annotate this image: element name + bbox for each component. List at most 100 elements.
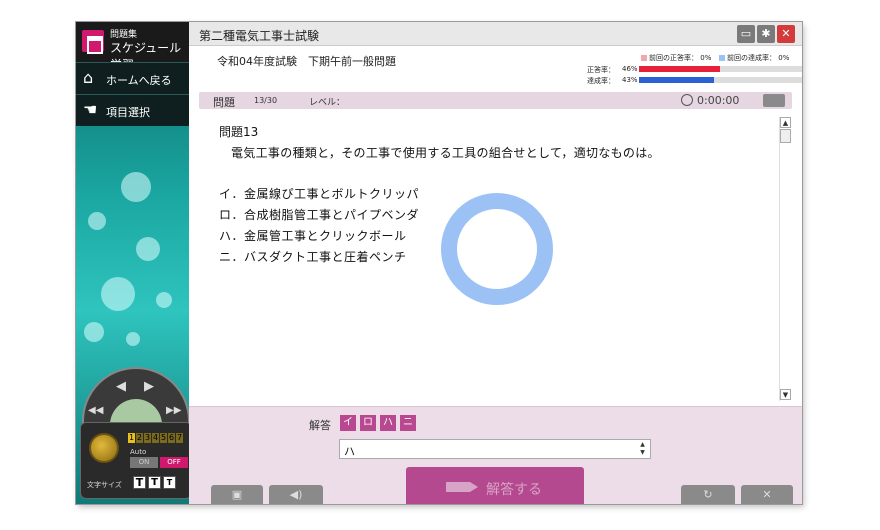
timer: 0:00:00 bbox=[697, 94, 740, 107]
font-size-medium-button[interactable]: T bbox=[148, 476, 161, 489]
speed-digit[interactable]: 4 bbox=[152, 433, 159, 443]
answer-panel: 解答 イ ロ ハ ニ ハ ▲ ▼ 解答する ▣ ◀) ↻ ✕ bbox=[189, 406, 802, 504]
legend-swatch bbox=[719, 55, 725, 61]
close-icon[interactable]: ✕ bbox=[777, 25, 795, 43]
scroll-thumb[interactable] bbox=[780, 129, 791, 143]
question-area: 問題13 電気工事の種類と，その工事で使用する工具の組合せとして，適切なものは。… bbox=[189, 117, 802, 405]
bokeh-light bbox=[88, 212, 106, 230]
legend-value: 0% bbox=[778, 54, 790, 62]
bokeh-light bbox=[101, 277, 135, 311]
font-size-small-button[interactable]: T bbox=[163, 476, 176, 489]
speed-digit[interactable]: 7 bbox=[176, 433, 183, 443]
sidebar-item-select[interactable]: ☚ 項目選択 bbox=[76, 94, 189, 126]
toggle-on[interactable]: ON bbox=[130, 457, 158, 468]
image-button[interactable]: ▣ bbox=[211, 485, 263, 504]
bokeh-light bbox=[136, 237, 160, 261]
retry-icon: ↻ bbox=[703, 488, 713, 501]
next-icon[interactable]: ▶ bbox=[144, 379, 154, 394]
auto-toggle[interactable]: ON OFF bbox=[130, 457, 190, 468]
question-label: 問題 bbox=[213, 96, 235, 109]
window-toggle-button[interactable] bbox=[763, 94, 785, 107]
bokeh-light bbox=[121, 172, 151, 202]
bokeh-light bbox=[156, 292, 172, 308]
correct-rate-bar bbox=[639, 66, 802, 72]
choice-ha: ハ．金属管工事とクリックボール bbox=[219, 229, 407, 243]
window-title: 第二種電気工事士試験 bbox=[199, 29, 320, 43]
coin-button[interactable] bbox=[89, 433, 119, 463]
correct-rate-fill bbox=[639, 66, 720, 72]
home-icon: ⌂ bbox=[83, 68, 94, 87]
speed-digit[interactable]: 6 bbox=[168, 433, 175, 443]
question-text: 電気工事の種類と，その工事で使用する工具の組合せとして，適切なものは。 bbox=[231, 146, 660, 160]
toggle-off[interactable]: OFF bbox=[160, 457, 188, 468]
cancel-button[interactable]: ✕ bbox=[741, 485, 793, 504]
achieve-rate-bar bbox=[639, 77, 802, 83]
speaker-icon: ◀) bbox=[289, 488, 303, 501]
achieve-rate-fill bbox=[639, 77, 715, 83]
speed-digit[interactable]: 2 bbox=[136, 433, 143, 443]
speed-digit[interactable]: 5 bbox=[160, 433, 167, 443]
prev-icon[interactable]: ◀ bbox=[116, 379, 126, 394]
choice-ro: ロ．合成樹脂管工事とパイプベンダ bbox=[219, 208, 420, 222]
answer-input[interactable]: ハ bbox=[339, 439, 651, 459]
submit-label: 解答する bbox=[486, 482, 542, 498]
legend-label: 前回の正答率： bbox=[649, 54, 698, 62]
correct-rate-value: 46% bbox=[622, 65, 638, 73]
level-label: レベル： bbox=[309, 98, 346, 108]
correct-rate-label: 正答率： bbox=[587, 66, 615, 74]
audio-button[interactable]: ◀) bbox=[269, 485, 323, 504]
speed-digit[interactable]: 3 bbox=[144, 433, 151, 443]
answer-option-i[interactable]: イ bbox=[340, 415, 356, 431]
answer-option-ha[interactable]: ハ bbox=[380, 415, 396, 431]
pointer-icon: ☚ bbox=[83, 100, 98, 119]
cancel-icon: ✕ bbox=[762, 488, 772, 501]
legend-value: 0% bbox=[700, 54, 712, 62]
app-window: 問題集 スケジュール学習 ⌂ ホームへ戻る ☚ 項目選択 ◀ ▶ ◀◀ ▶▶ bbox=[76, 22, 802, 504]
sidebar-item-home[interactable]: ⌂ ホームへ戻る bbox=[76, 62, 189, 94]
answer-option-ro[interactable]: ロ bbox=[360, 415, 376, 431]
question-bar: 問題 13/30 レベル： 0:00:00 bbox=[199, 92, 792, 109]
font-size-large-button[interactable]: T bbox=[133, 476, 146, 489]
answer-spinner-icon[interactable]: ▲ ▼ bbox=[637, 441, 648, 457]
playback-dial: ◀ ▶ ◀◀ ▶▶ 1234567 Auto ON OFF 文字サイズ T T … bbox=[80, 367, 192, 499]
question-title: 問題13 bbox=[219, 125, 259, 139]
choice-i: イ．金属線ぴ工事とボルトクリッパ bbox=[219, 187, 420, 201]
folder-icon[interactable]: ▭ bbox=[737, 25, 755, 43]
speed-selector[interactable]: 1234567 bbox=[128, 433, 184, 443]
clock-icon bbox=[681, 94, 693, 106]
legend-label: 前回の達成率： bbox=[727, 54, 776, 62]
question-number: 13/30 bbox=[254, 96, 278, 105]
scroll-up-icon[interactable]: ▲ bbox=[780, 117, 791, 128]
legend-swatch bbox=[641, 55, 647, 61]
image-icon: ▣ bbox=[231, 488, 243, 501]
sidebar-item-label: ホームへ戻る bbox=[106, 74, 172, 87]
answer-label: 解答 bbox=[309, 419, 331, 432]
control-panel: 1234567 Auto ON OFF 文字サイズ T T T bbox=[80, 422, 192, 499]
retry-button[interactable]: ↻ bbox=[681, 485, 735, 504]
auto-label: Auto bbox=[130, 448, 147, 456]
question-scrollbar[interactable]: ▲ ▼ bbox=[779, 117, 791, 401]
title-bar: 第二種電気工事士試験 ▭ ✱ ✕ bbox=[189, 22, 802, 46]
achieve-rate-value: 43% bbox=[622, 76, 638, 84]
scroll-down-icon[interactable]: ▼ bbox=[780, 389, 791, 400]
loading-ring bbox=[441, 193, 553, 305]
rewind-icon[interactable]: ◀◀ bbox=[88, 405, 103, 416]
submit-answer-button[interactable]: 解答する bbox=[406, 467, 584, 504]
choice-ni: ニ．バスダクト工事と圧着ペンチ bbox=[219, 250, 407, 264]
legend-prev-correct: 前回の正答率： 0% bbox=[641, 53, 711, 63]
app-logo: 問題集 スケジュール学習 bbox=[76, 22, 189, 72]
sidebar-item-label: 項目選択 bbox=[106, 106, 150, 119]
gear-icon[interactable]: ✱ bbox=[757, 25, 775, 43]
achieve-rate-label: 達成率： bbox=[587, 77, 615, 85]
speed-digit[interactable]: 1 bbox=[128, 433, 135, 443]
fast-forward-icon[interactable]: ▶▶ bbox=[166, 405, 181, 416]
pencil-icon bbox=[446, 482, 478, 492]
house-logo-icon bbox=[82, 30, 104, 54]
main-area: 第二種電気工事士試験 ▭ ✱ ✕ 令和04年度試験 下期午前一般問題 前回の正答… bbox=[189, 22, 802, 504]
exam-name: 令和04年度試験 下期午前一般問題 bbox=[217, 55, 396, 68]
legend-prev-achieve: 前回の達成率： 0% bbox=[719, 53, 789, 63]
sidebar: 問題集 スケジュール学習 ⌂ ホームへ戻る ☚ 項目選択 ◀ ▶ ◀◀ ▶▶ bbox=[76, 22, 192, 504]
bokeh-light bbox=[84, 322, 104, 342]
answer-option-ni[interactable]: ニ bbox=[400, 415, 416, 431]
font-size-label: 文字サイズ bbox=[87, 481, 122, 489]
